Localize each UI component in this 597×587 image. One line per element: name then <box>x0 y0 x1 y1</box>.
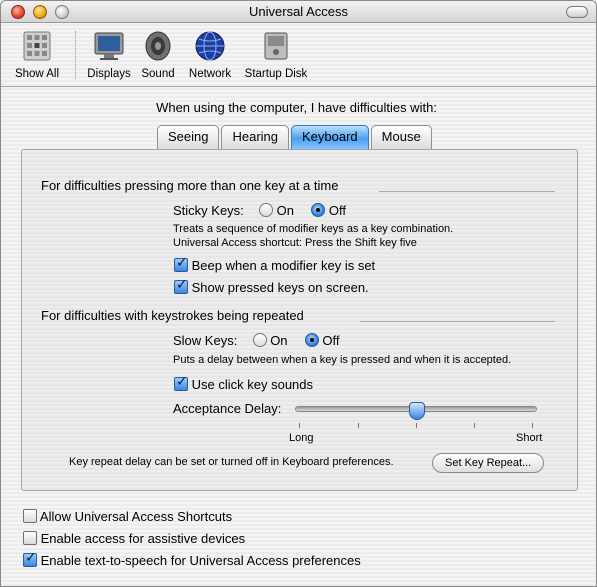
toolbar-label: Startup Disk <box>244 68 308 80</box>
divider <box>360 321 555 322</box>
tab-seeing[interactable]: Seeing <box>157 125 220 149</box>
sticky-keys-shortcut-text: Universal Access shortcut: Press the Shi… <box>173 237 417 249</box>
slider-tick <box>474 423 475 428</box>
show-all-icon <box>23 31 51 61</box>
assistive-devices-checkbox[interactable] <box>23 531 37 545</box>
text-to-speech-label[interactable]: Enable text-to-speech for Universal Acce… <box>41 553 361 568</box>
sticky-keys-off-label[interactable]: Off <box>329 203 346 218</box>
allow-shortcuts-label[interactable]: Allow Universal Access Shortcuts <box>40 509 232 524</box>
globe-icon <box>195 31 225 61</box>
toolbar-separator <box>75 31 76 79</box>
key-repeat-info: Key repeat delay can be set or turned of… <box>69 456 394 468</box>
toolbar-show-all[interactable]: Show All <box>13 29 61 80</box>
text-to-speech-checkbox[interactable] <box>23 550 37 567</box>
display-icon <box>94 32 124 60</box>
slow-keys-row: Slow Keys: On Off <box>173 333 340 348</box>
click-key-sounds-checkbox[interactable] <box>174 374 188 391</box>
text-to-speech-checkbox-row[interactable]: Enable text-to-speech for Universal Acce… <box>23 550 361 568</box>
slider-min-label: Long <box>289 432 314 444</box>
sticky-keys-on-radio[interactable] <box>259 203 274 217</box>
slow-keys-label: Slow Keys: <box>173 333 238 348</box>
toolbar-startup-disk[interactable]: Startup Disk <box>241 29 311 80</box>
preferences-window: Universal Access Show All Displays Sound… <box>0 0 597 587</box>
slider-max-label: Short <box>516 432 543 444</box>
slow-keys-off-radio[interactable] <box>304 333 319 347</box>
slow-keys-description: Puts a delay between when a key is press… <box>173 354 512 366</box>
show-pressed-keys-checkbox-row[interactable]: Show pressed keys on screen. <box>174 277 369 295</box>
difficulties-prompt: When using the computer, I have difficul… <box>156 100 437 115</box>
tab-hearing[interactable]: Hearing <box>221 125 290 149</box>
acceptance-delay-slider-knob[interactable] <box>409 402 425 420</box>
slow-keys-off-label[interactable]: Off <box>322 333 339 348</box>
close-button[interactable] <box>11 5 25 19</box>
sticky-keys-off-radio[interactable] <box>311 203 326 217</box>
toolbar-network[interactable]: Network <box>185 29 235 80</box>
assistive-devices-label[interactable]: Enable access for assistive devices <box>41 531 245 546</box>
toolbar-label: Network <box>188 68 232 80</box>
category-tabs: Seeing Hearing Keyboard Mouse <box>157 125 434 149</box>
click-key-sounds-checkbox-row[interactable]: Use click key sounds <box>174 374 313 392</box>
window-title: Universal Access <box>249 4 348 19</box>
beep-modifier-checkbox-row[interactable]: Beep when a modifier key is set <box>174 255 376 273</box>
toolbar-label: Displays <box>87 68 131 80</box>
beep-modifier-checkbox[interactable] <box>174 255 188 272</box>
minimize-button[interactable] <box>33 5 47 19</box>
sticky-keys-label: Sticky Keys: <box>173 203 244 218</box>
allow-shortcuts-checkbox[interactable] <box>23 509 37 523</box>
disk-icon <box>264 32 288 60</box>
slow-section-title: For difficulties with keystrokes being r… <box>41 308 304 323</box>
sticky-keys-row: Sticky Keys: On Off <box>173 203 346 218</box>
zoom-button[interactable] <box>55 5 69 19</box>
show-pressed-keys-label[interactable]: Show pressed keys on screen. <box>192 280 369 295</box>
tab-keyboard[interactable]: Keyboard <box>291 125 369 149</box>
sticky-section-title: For difficulties pressing more than one … <box>41 178 339 193</box>
title-bar: Universal Access <box>1 1 596 23</box>
set-key-repeat-button[interactable]: Set Key Repeat... <box>432 453 545 473</box>
toolbar-sound[interactable]: Sound <box>138 29 178 80</box>
acceptance-delay-label: Acceptance Delay: <box>173 401 282 416</box>
assistive-devices-checkbox-row[interactable]: Enable access for assistive devices <box>23 531 245 546</box>
slider-tick <box>532 423 533 428</box>
toolbar: Show All Displays Sound Network Startup … <box>1 23 596 87</box>
sticky-keys-description: Treats a sequence of modifier keys as a … <box>173 223 454 235</box>
slow-keys-on-radio[interactable] <box>252 333 267 347</box>
tab-mouse[interactable]: Mouse <box>370 125 432 149</box>
divider <box>379 191 555 192</box>
slider-tick <box>416 423 417 428</box>
slow-keys-on-label[interactable]: On <box>270 333 287 348</box>
toolbar-label: Sound <box>141 68 175 80</box>
beep-modifier-label[interactable]: Beep when a modifier key is set <box>192 258 376 273</box>
toolbar-label: Show All <box>14 68 60 80</box>
click-key-sounds-label[interactable]: Use click key sounds <box>192 377 313 392</box>
toolbar-displays[interactable]: Displays <box>85 29 133 80</box>
allow-shortcuts-checkbox-row[interactable]: Allow Universal Access Shortcuts <box>23 509 232 524</box>
speaker-icon <box>145 31 171 61</box>
show-pressed-keys-checkbox[interactable] <box>174 277 188 294</box>
toolbar-toggle-button[interactable] <box>566 6 588 18</box>
slider-tick <box>358 423 359 428</box>
sticky-keys-on-label[interactable]: On <box>277 203 294 218</box>
slider-tick <box>299 423 300 428</box>
